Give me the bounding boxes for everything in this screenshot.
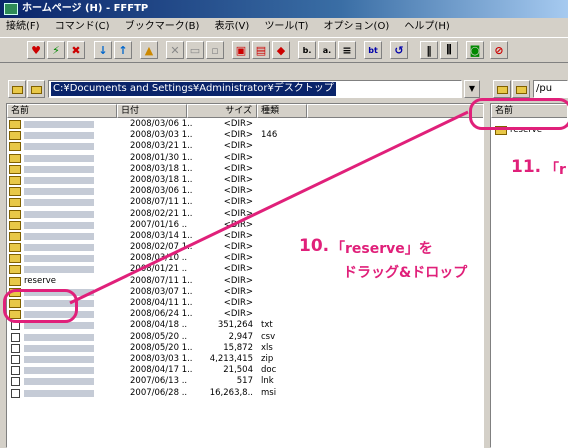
drag-arrow-overlay bbox=[69, 110, 469, 305]
step11-number: 11. bbox=[511, 157, 542, 177]
reserve-remote-callout bbox=[469, 98, 568, 130]
step11-text: 「r bbox=[545, 162, 566, 178]
step10-line1: 「reserve」を bbox=[331, 241, 433, 257]
step10-line2: ドラッグ&ドロップ bbox=[343, 265, 468, 281]
reserve-local-callout bbox=[3, 289, 78, 323]
step10-number: 10. bbox=[299, 236, 330, 256]
